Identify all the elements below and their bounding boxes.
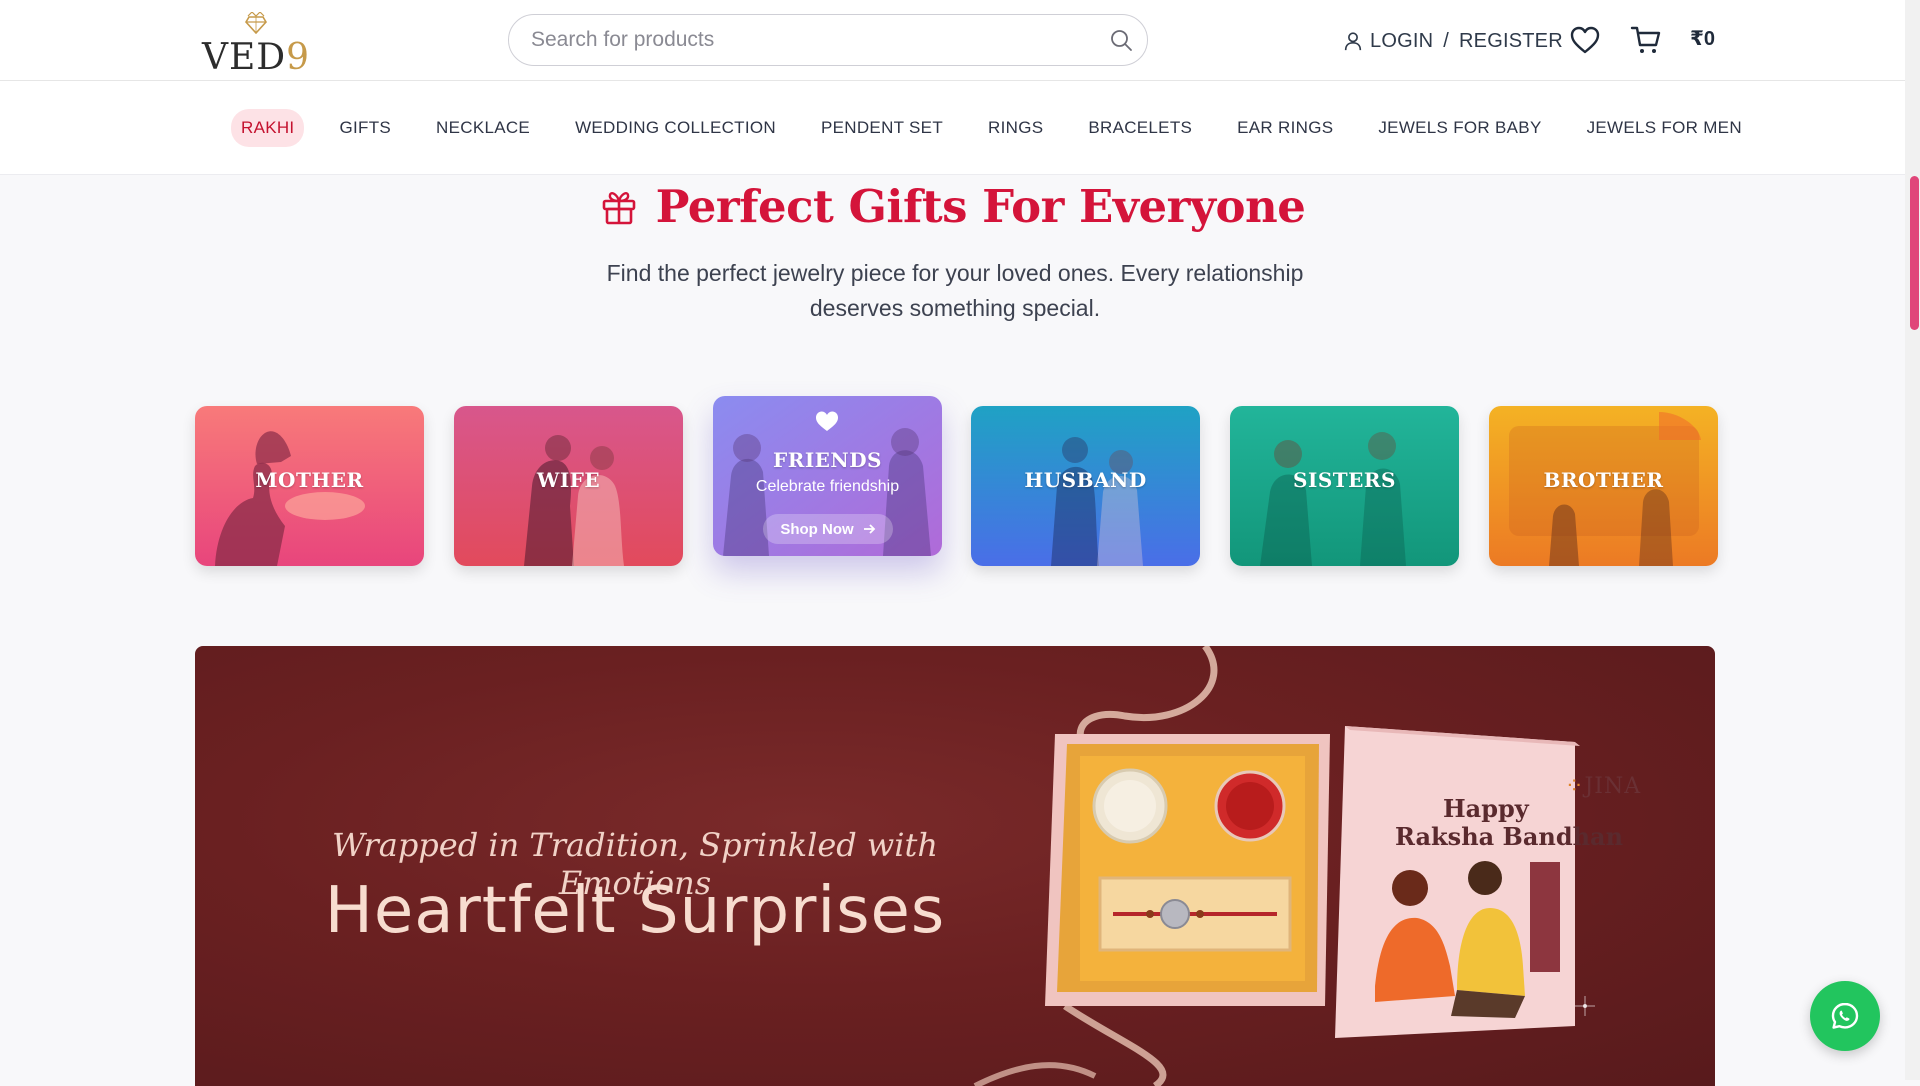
nav-item-gifts[interactable]: GIFTS	[329, 109, 401, 147]
cart-icon[interactable]	[1630, 24, 1662, 56]
card-greeting-line-2: Raksha Bandhan	[1395, 822, 1624, 851]
category-card-mother[interactable]: MOTHER	[195, 406, 424, 566]
category-label: FRIENDS	[773, 448, 882, 472]
category-label: WIFE	[536, 468, 601, 492]
nav-item-jewels-for-baby[interactable]: JEWELS FOR BABY	[1368, 109, 1551, 147]
register-label[interactable]: REGISTER	[1459, 30, 1563, 53]
nav-item-ear-rings[interactable]: EAR RINGS	[1227, 109, 1343, 147]
search-icon[interactable]	[1109, 28, 1133, 52]
cart-total[interactable]: ₹0	[1690, 26, 1715, 51]
page-title: Perfect Gifts For Everyone	[655, 180, 1306, 233]
section-heading: Perfect Gifts For Everyone	[0, 180, 1905, 233]
category-tagline: Celebrate friendship	[755, 478, 900, 495]
scrollbar-thumb[interactable]	[1910, 176, 1919, 330]
category-card-sisters[interactable]: SISTERS	[1230, 406, 1459, 566]
nav-item-wedding-collection[interactable]: WEDDING COLLECTION	[565, 109, 786, 147]
banner-headline: Heartfelt Surprises	[324, 874, 946, 948]
category-card-friends[interactable]: FRIENDS Celebrate friendship Shop Now	[713, 396, 942, 556]
heart-icon	[816, 411, 838, 431]
heart-icon[interactable]	[1569, 25, 1601, 55]
login-label[interactable]: LOGIN	[1370, 30, 1433, 53]
site-header: VED9 LOGIN / REGISTER ₹0	[0, 0, 1905, 81]
nav-item-rakhi[interactable]: RAKHI	[231, 109, 305, 147]
scrollbar-track[interactable]	[1905, 0, 1920, 1080]
nav-item-pendent-set[interactable]: PENDENT SET	[811, 109, 953, 147]
user-icon	[1344, 32, 1362, 51]
diamond-icon	[245, 12, 267, 34]
site-logo[interactable]: VED9	[200, 10, 310, 78]
subtitle-line-2: deserves something special.	[809, 295, 1101, 321]
category-card-wife[interactable]: WIFE	[454, 406, 683, 566]
login-separator: /	[1443, 29, 1450, 52]
logo-wordmark: VED9	[202, 37, 311, 78]
gift-icon	[602, 191, 635, 224]
login-register-link[interactable]: LOGIN / REGISTER	[1342, 26, 1563, 56]
category-label: HUSBAND	[1024, 468, 1147, 492]
whatsapp-chat-button[interactable]	[1810, 981, 1880, 1051]
whatsapp-icon	[1831, 1002, 1859, 1029]
subtitle-line-1: Find the perfect jewelry piece for your …	[606, 260, 1304, 286]
search-bar	[508, 14, 1148, 66]
shop-now-label: Shop Now	[780, 520, 854, 538]
shop-now-button[interactable]: Shop Now	[763, 514, 893, 544]
category-card-husband[interactable]: HUSBAND	[971, 406, 1200, 566]
category-label: MOTHER	[255, 468, 364, 492]
brand-logo: ⁘JINA	[1565, 774, 1642, 799]
search-input[interactable]	[529, 15, 1089, 65]
category-label: BROTHER	[1543, 468, 1664, 492]
section-subtitle: Find the perfect jewelry piece for your …	[560, 256, 1350, 326]
nav-item-rings[interactable]: RINGS	[978, 109, 1053, 147]
nav-item-bracelets[interactable]: BRACELETS	[1078, 109, 1202, 147]
card-greeting-line-1: Happy	[1443, 794, 1529, 823]
category-nav: RAKHI GIFTS NECKLACE WEDDING COLLECTION …	[0, 81, 1905, 175]
category-card-brother[interactable]: BROTHER	[1489, 406, 1718, 566]
nav-item-jewels-for-men[interactable]: JEWELS FOR MEN	[1577, 109, 1752, 147]
arrow-right-icon	[863, 524, 875, 534]
nav-item-necklace[interactable]: NECKLACE	[426, 109, 540, 147]
promo-banner[interactable]: ⁘JINA Happy Raksha Bandhan Wrapped in Tr…	[195, 646, 1715, 1086]
brand-name: JINA	[1584, 774, 1642, 799]
category-label: SISTERS	[1293, 468, 1396, 492]
